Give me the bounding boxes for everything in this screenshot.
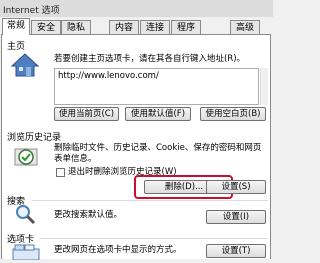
general-tab-panel: 主页 若要创建主页选项卡，请在其各自行键入地址(R)。 http://www.l… — [1, 34, 271, 261]
tabs-settings-button[interactable]: 设置(T) — [206, 244, 266, 258]
homepage-url-input[interactable]: http://www.lenovo.com/ — [54, 68, 259, 105]
tab-advanced[interactable]: 高级 — [230, 20, 260, 34]
history-description: 删除临时文件、历史记录、Cookie、保存的密码和网页表单信息。 — [54, 143, 262, 164]
tab-strip: 常规 安全 隐私 内容 连接 程序 高级 — [0, 18, 273, 35]
tab-content[interactable]: 内容 — [109, 20, 139, 34]
tabs-description: 更改网页在选项卡中显示的方式。 — [54, 245, 182, 255]
tab-programs[interactable]: 程序 — [171, 20, 201, 34]
use-current-page-button[interactable]: 使用当前页(C) — [54, 107, 119, 121]
tab-general[interactable]: 常规 — [2, 18, 30, 35]
use-default-button[interactable]: 使用默认值(F) — [125, 107, 191, 121]
delete-on-exit-checkbox[interactable] — [56, 168, 65, 177]
homepage-section-title: 主页 — [7, 42, 26, 52]
search-settings-button[interactable]: 设置(I) — [206, 210, 266, 224]
house-icon — [10, 52, 40, 78]
window-title: Internet 选项 — [3, 6, 60, 16]
tabs-divider — [40, 238, 268, 239]
tab-privacy[interactable]: 隐私 — [61, 20, 91, 34]
search-magnifier-icon — [14, 203, 36, 225]
use-blank-page-button[interactable]: 使用空白页(B) — [200, 107, 266, 121]
search-description: 更改搜索默认值。 — [54, 210, 123, 220]
tab-connections[interactable]: 连接 — [140, 20, 170, 34]
homepage-url-value: http://www.lenovo.com/ — [58, 71, 159, 81]
history-section-title: 浏览历史记录 — [7, 133, 62, 143]
homepage-scrollbar[interactable] — [260, 68, 268, 105]
history-icon — [12, 143, 42, 171]
homepage-description: 若要创建主页选项卡，请在其各自行键入地址(R)。 — [54, 54, 246, 64]
history-settings-button[interactable]: 设置(S) — [206, 180, 266, 194]
tab-security[interactable]: 安全 — [31, 20, 61, 34]
tabs-icon — [12, 243, 40, 261]
title-bar: Internet 选项 — [0, 0, 273, 17]
search-divider — [32, 200, 268, 201]
